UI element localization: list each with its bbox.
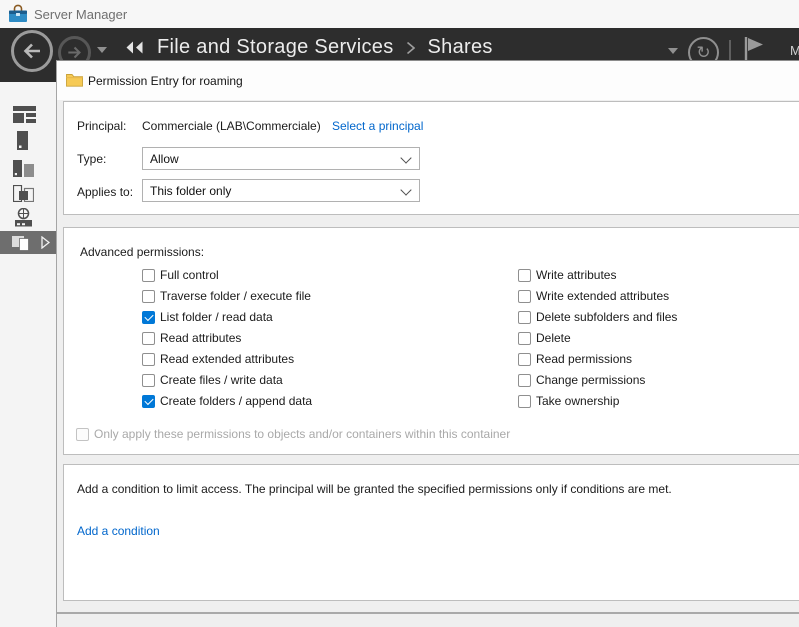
permission-row[interactable]: Take ownership bbox=[518, 394, 619, 408]
server-roles-icon[interactable] bbox=[13, 185, 34, 207]
navigation-dropdown-caret-icon[interactable] bbox=[668, 48, 678, 54]
read-extended-attributes-checkbox[interactable] bbox=[142, 353, 155, 366]
delete-checkbox[interactable] bbox=[518, 332, 531, 345]
refresh-icon: ↻ bbox=[696, 44, 710, 61]
create-folders-checkbox[interactable] bbox=[142, 395, 155, 408]
permission-row[interactable]: Write extended attributes bbox=[518, 289, 669, 303]
dialog-footer bbox=[57, 614, 799, 627]
checkbox-label: Delete bbox=[536, 331, 571, 345]
permission-row[interactable]: Change permissions bbox=[518, 373, 645, 387]
select-a-principal-link[interactable]: Select a principal bbox=[332, 119, 423, 133]
dialog-titlebar: Permission Entry for roaming bbox=[57, 61, 799, 100]
all-servers-icon[interactable] bbox=[13, 160, 34, 182]
add-a-condition-link[interactable]: Add a condition bbox=[77, 524, 160, 538]
write-extended-attributes-checkbox[interactable] bbox=[518, 290, 531, 303]
window-titlebar: Server Manager bbox=[0, 0, 799, 28]
condition-description: Add a condition to limit access. The pri… bbox=[77, 482, 672, 496]
breadcrumb-separator-icon bbox=[407, 42, 415, 54]
checkbox-label: Change permissions bbox=[536, 373, 645, 387]
history-dropdown-caret-icon[interactable] bbox=[97, 47, 107, 53]
manage-menu-clipped[interactable]: M bbox=[790, 43, 799, 58]
type-label: Type: bbox=[77, 152, 106, 166]
folder-icon bbox=[66, 73, 83, 92]
flag-icon bbox=[742, 35, 766, 63]
permission-row[interactable]: Full control bbox=[142, 268, 219, 282]
full-control-checkbox[interactable] bbox=[142, 269, 155, 282]
breadcrumb-section[interactable]: File and Storage Services bbox=[157, 36, 394, 59]
file-storage-icon bbox=[12, 234, 32, 251]
breadcrumb-page[interactable]: Shares bbox=[428, 36, 493, 59]
collapse-double-chevron-icon[interactable] bbox=[125, 41, 144, 54]
write-attributes-checkbox[interactable] bbox=[518, 269, 531, 282]
breadcrumb: File and Storage Services Shares bbox=[125, 36, 493, 59]
applies-to-select[interactable]: This folder only bbox=[142, 179, 420, 202]
toolbar-separator bbox=[729, 40, 731, 60]
local-server-icon[interactable] bbox=[17, 131, 28, 155]
permission-row[interactable]: Read permissions bbox=[518, 352, 632, 366]
permission-row[interactable]: List folder / read data bbox=[142, 310, 273, 324]
principal-group: Principal: Commerciale (LAB\Commerciale)… bbox=[63, 101, 799, 215]
server-manager-window: Server Manager File and Storage Services… bbox=[0, 0, 799, 627]
sidebar-item-file-storage-selected[interactable] bbox=[0, 231, 56, 254]
applies-to-select-value: This folder only bbox=[150, 184, 231, 198]
delete-subfolders-checkbox[interactable] bbox=[518, 311, 531, 324]
checkbox-label: Traverse folder / execute file bbox=[160, 289, 311, 303]
expand-triangle-icon[interactable] bbox=[41, 236, 50, 249]
principal-label: Principal: bbox=[77, 119, 126, 133]
checkbox-label: Create files / write data bbox=[160, 373, 283, 387]
read-attributes-checkbox[interactable] bbox=[142, 332, 155, 345]
window-title: Server Manager bbox=[34, 7, 127, 22]
only-apply-label: Only apply these permissions to objects … bbox=[94, 427, 510, 441]
permission-row[interactable]: Delete bbox=[518, 331, 571, 345]
sidebar bbox=[0, 82, 56, 627]
checkbox-label: List folder / read data bbox=[160, 310, 273, 324]
services-globe-icon[interactable] bbox=[13, 208, 34, 232]
server-manager-icon bbox=[8, 4, 28, 29]
permission-entry-dialog: Permission Entry for roaming Principal: … bbox=[56, 60, 799, 627]
type-select[interactable]: Allow bbox=[142, 147, 420, 170]
checkbox-label: Delete subfolders and files bbox=[536, 310, 677, 324]
checkbox-label: Read extended attributes bbox=[160, 352, 294, 366]
checkbox-label: Read permissions bbox=[536, 352, 632, 366]
type-select-value: Allow bbox=[150, 152, 179, 166]
only-apply-checkbox bbox=[76, 428, 89, 441]
permission-row[interactable]: Read attributes bbox=[142, 331, 241, 345]
back-arrow-icon bbox=[21, 40, 43, 62]
list-folder-checkbox[interactable] bbox=[142, 311, 155, 324]
read-permissions-checkbox[interactable] bbox=[518, 353, 531, 366]
permission-row[interactable]: Create files / write data bbox=[142, 373, 283, 387]
advanced-permissions-group: Advanced permissions: Full control Trave… bbox=[63, 227, 799, 455]
only-apply-row: Only apply these permissions to objects … bbox=[76, 427, 510, 441]
principal-value: Commerciale (LAB\Commerciale) bbox=[142, 119, 321, 133]
dialog-title: Permission Entry for roaming bbox=[88, 74, 243, 88]
chevron-down-icon bbox=[400, 184, 411, 195]
permission-row[interactable]: Traverse folder / execute file bbox=[142, 289, 311, 303]
permission-row[interactable]: Delete subfolders and files bbox=[518, 310, 677, 324]
forward-arrow-icon bbox=[66, 44, 83, 61]
checkbox-label: Create folders / append data bbox=[160, 394, 312, 408]
checkbox-label: Take ownership bbox=[536, 394, 619, 408]
condition-group: Add a condition to limit access. The pri… bbox=[63, 464, 799, 601]
checkbox-label: Full control bbox=[160, 268, 219, 282]
change-permissions-checkbox[interactable] bbox=[518, 374, 531, 387]
take-ownership-checkbox[interactable] bbox=[518, 395, 531, 408]
applies-to-label: Applies to: bbox=[77, 185, 133, 199]
permission-row[interactable]: Read extended attributes bbox=[142, 352, 294, 366]
checkbox-label: Write extended attributes bbox=[536, 289, 669, 303]
chevron-down-icon bbox=[400, 152, 411, 163]
permission-row[interactable]: Write attributes bbox=[518, 268, 616, 282]
permission-row[interactable]: Create folders / append data bbox=[142, 394, 312, 408]
dashboard-icon[interactable] bbox=[13, 106, 36, 128]
back-button[interactable] bbox=[11, 30, 53, 72]
create-files-checkbox[interactable] bbox=[142, 374, 155, 387]
checkbox-label: Write attributes bbox=[536, 268, 616, 282]
advanced-permissions-label: Advanced permissions: bbox=[80, 245, 204, 259]
traverse-folder-checkbox[interactable] bbox=[142, 290, 155, 303]
checkbox-label: Read attributes bbox=[160, 331, 241, 345]
